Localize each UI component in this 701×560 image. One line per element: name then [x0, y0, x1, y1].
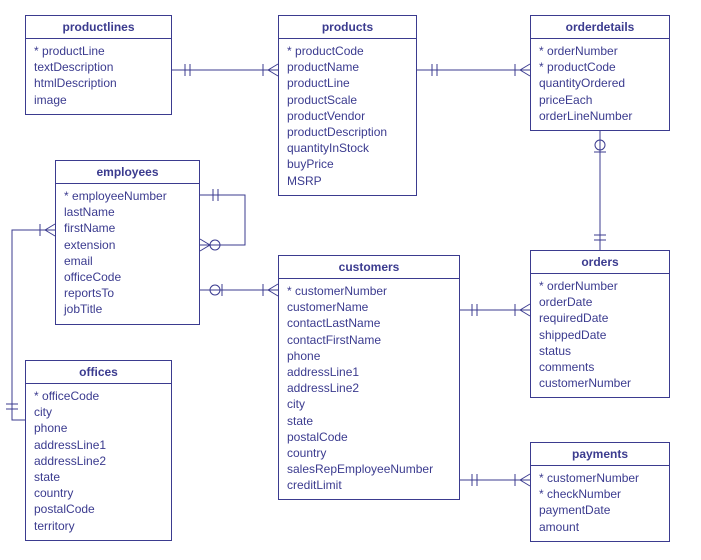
field: city [287, 396, 451, 412]
field: officeCode [64, 269, 191, 285]
field: customerNumber [539, 375, 661, 391]
entity-offices: offices officeCodecityphoneaddressLine1a… [25, 360, 172, 541]
entity-title: employees [56, 161, 199, 184]
field: territory [34, 518, 163, 534]
field: requiredDate [539, 310, 661, 326]
entity-title: customers [279, 256, 459, 279]
field: contactFirstName [287, 332, 451, 348]
entity-orders: orders orderNumberorderDaterequiredDates… [530, 250, 670, 398]
entity-employees: employees employeeNumberlastNamefirstNam… [55, 160, 200, 325]
field: quantityInStock [287, 140, 408, 156]
entity-body: officeCodecityphoneaddressLine1addressLi… [26, 384, 171, 540]
field: MSRP [287, 173, 408, 189]
field: productDescription [287, 124, 408, 140]
entity-title: payments [531, 443, 669, 466]
field: contactLastName [287, 315, 451, 331]
field: phone [287, 348, 451, 364]
entity-body: employeeNumberlastNamefirstNameextension… [56, 184, 199, 324]
entity-title: products [279, 16, 416, 39]
field: customerNumber [539, 470, 661, 486]
entity-body: orderNumberproductCodequantityOrderedpri… [531, 39, 669, 130]
field: productName [287, 59, 408, 75]
entity-products: products productCodeproductNameproductLi… [278, 15, 417, 196]
field: productVendor [287, 108, 408, 124]
field: comments [539, 359, 661, 375]
field: orderNumber [539, 43, 661, 59]
field: quantityOrdered [539, 75, 661, 91]
field: addressLine2 [34, 453, 163, 469]
field: image [34, 92, 163, 108]
field: customerName [287, 299, 451, 315]
field: orderDate [539, 294, 661, 310]
entity-body: customerNumbercustomerNamecontactLastNam… [279, 279, 459, 499]
field: postalCode [34, 501, 163, 517]
field: productCode [287, 43, 408, 59]
field: addressLine1 [287, 364, 451, 380]
entity-body: orderNumberorderDaterequiredDateshippedD… [531, 274, 669, 397]
entity-title: orders [531, 251, 669, 274]
entity-orderdetails: orderdetails orderNumberproductCodequant… [530, 15, 670, 131]
field: customerNumber [287, 283, 451, 299]
field: salesRepEmployeeNumber [287, 461, 451, 477]
field: addressLine2 [287, 380, 451, 396]
entity-title: productlines [26, 16, 171, 39]
field: status [539, 343, 661, 359]
field: productLine [34, 43, 163, 59]
field: orderLineNumber [539, 108, 661, 124]
field: creditLimit [287, 477, 451, 493]
entity-title: orderdetails [531, 16, 669, 39]
field: phone [34, 420, 163, 436]
field: amount [539, 519, 661, 535]
field: textDescription [34, 59, 163, 75]
field: country [34, 485, 163, 501]
entity-body: customerNumbercheckNumberpaymentDateamou… [531, 466, 669, 541]
field: officeCode [34, 388, 163, 404]
field: addressLine1 [34, 437, 163, 453]
field: firstName [64, 220, 191, 236]
field: lastName [64, 204, 191, 220]
field: postalCode [287, 429, 451, 445]
field: priceEach [539, 92, 661, 108]
field: paymentDate [539, 502, 661, 518]
field: city [34, 404, 163, 420]
field: productCode [539, 59, 661, 75]
field: state [34, 469, 163, 485]
entity-body: productCodeproductNameproductLineproduct… [279, 39, 416, 195]
field: reportsTo [64, 285, 191, 301]
entity-customers: customers customerNumbercustomerNamecont… [278, 255, 460, 500]
field: htmlDescription [34, 75, 163, 91]
entity-title: offices [26, 361, 171, 384]
field: country [287, 445, 451, 461]
entity-body: productLinetextDescriptionhtmlDescriptio… [26, 39, 171, 114]
field: state [287, 413, 451, 429]
field: jobTitle [64, 301, 191, 317]
entity-productlines: productlines productLinetextDescriptionh… [25, 15, 172, 115]
field: orderNumber [539, 278, 661, 294]
field: checkNumber [539, 486, 661, 502]
field: productScale [287, 92, 408, 108]
field: employeeNumber [64, 188, 191, 204]
field: extension [64, 237, 191, 253]
field: shippedDate [539, 327, 661, 343]
field: buyPrice [287, 156, 408, 172]
field: productLine [287, 75, 408, 91]
field: email [64, 253, 191, 269]
entity-payments: payments customerNumbercheckNumberpaymen… [530, 442, 670, 542]
